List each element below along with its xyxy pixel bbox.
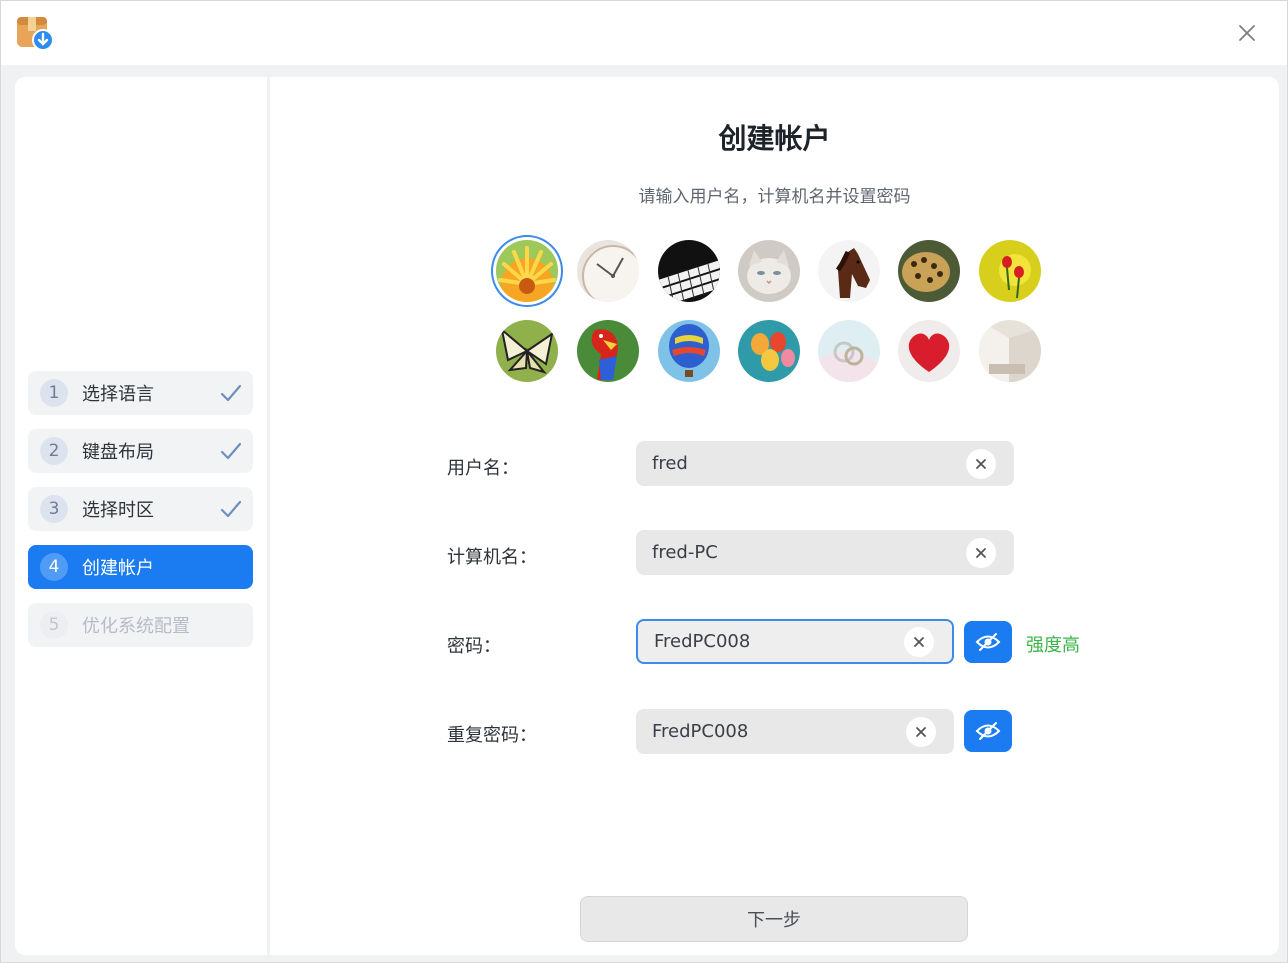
password-strength-indicator: 强度高: [1026, 635, 1080, 656]
step-label: 键盘布局: [82, 442, 154, 463]
ladybug-avatar[interactable]: [979, 240, 1041, 302]
checkmark-icon: [220, 442, 242, 460]
clear-repeat-password-button[interactable]: [906, 716, 936, 747]
hostname-field-box: [636, 530, 1014, 575]
horse-avatar[interactable]: [818, 240, 880, 302]
flower-avatar[interactable]: [496, 240, 558, 302]
repeat-password-field-box: [636, 709, 954, 754]
clear-icon: [976, 547, 986, 558]
username-input[interactable]: [636, 441, 966, 486]
password-input[interactable]: [638, 621, 904, 662]
parrot-avatar[interactable]: [577, 320, 639, 382]
room-avatar[interactable]: [979, 320, 1041, 382]
page-subtitle: 请输入用户名，计算机名并设置密码: [638, 187, 911, 207]
piano-avatar[interactable]: [658, 240, 720, 302]
hostname-input[interactable]: [636, 530, 966, 575]
username-field-box: [636, 441, 1014, 486]
step-label: 创建帐户: [82, 558, 154, 579]
clear-password-button[interactable]: [904, 626, 934, 657]
balloons-avatar[interactable]: [738, 320, 800, 382]
eye-hidden-icon: [975, 722, 1001, 740]
toggle-password-visibility-button[interactable]: [964, 621, 1012, 663]
hostname-label: 计算机名：: [447, 547, 537, 568]
checkmark-icon: [220, 384, 242, 402]
rings-avatar[interactable]: [818, 320, 880, 382]
step-label: 优化系统配置: [82, 616, 190, 637]
clock-avatar[interactable]: [577, 240, 639, 302]
eye-hidden-icon: [975, 633, 1001, 651]
installer-window: 1 选择语言 2 键盘布局 3 选择时区 4 创建帐户 5 优化系统配置 创建帐…: [0, 0, 1288, 963]
title-bar: [1, 1, 1287, 65]
repeat-password-label: 重复密码：: [447, 725, 537, 746]
step-create-account[interactable]: 4 创建帐户: [28, 545, 253, 589]
step-number: 2: [40, 437, 68, 465]
toggle-repeat-password-visibility-button[interactable]: [964, 710, 1012, 752]
clear-hostname-button[interactable]: [966, 537, 996, 568]
step-select-language[interactable]: 1 选择语言: [28, 371, 253, 415]
step-keyboard-layout[interactable]: 2 键盘布局: [28, 429, 253, 473]
password-field-box: [636, 619, 954, 664]
step-number: 4: [40, 553, 68, 581]
close-icon: [1239, 25, 1255, 41]
leopard-avatar[interactable]: [898, 240, 960, 302]
clear-icon: [914, 636, 924, 647]
step-number: 1: [40, 379, 68, 407]
clear-icon: [916, 726, 926, 737]
password-label: 密码：: [447, 636, 501, 657]
step-number: 3: [40, 495, 68, 523]
repeat-password-input[interactable]: [636, 709, 906, 754]
butterfly-avatar[interactable]: [496, 320, 558, 382]
steps-sidebar: 1 选择语言 2 键盘布局 3 选择时区 4 创建帐户 5 优化系统配置: [15, 77, 267, 955]
close-button[interactable]: [1233, 19, 1261, 47]
step-optimize-system: 5 优化系统配置: [28, 603, 253, 647]
heart-avatar[interactable]: [898, 320, 960, 382]
clear-username-button[interactable]: [966, 448, 996, 479]
installer-package-icon: [15, 14, 55, 52]
page-title: 创建帐户: [718, 122, 831, 155]
step-label: 选择语言: [82, 384, 154, 405]
username-label: 用户名：: [447, 458, 519, 479]
step-label: 选择时区: [82, 500, 154, 521]
checkmark-icon: [220, 500, 242, 518]
kitten-avatar[interactable]: [738, 240, 800, 302]
hot-air-balloon-avatar[interactable]: [658, 320, 720, 382]
step-select-timezone[interactable]: 3 选择时区: [28, 487, 253, 531]
next-button[interactable]: 下一步: [580, 896, 968, 942]
clear-icon: [976, 458, 986, 469]
main-content: 创建帐户 请输入用户名，计算机名并设置密码 用户名： fred 计算机名： fr…: [270, 77, 1279, 955]
step-number: 5: [40, 611, 68, 639]
